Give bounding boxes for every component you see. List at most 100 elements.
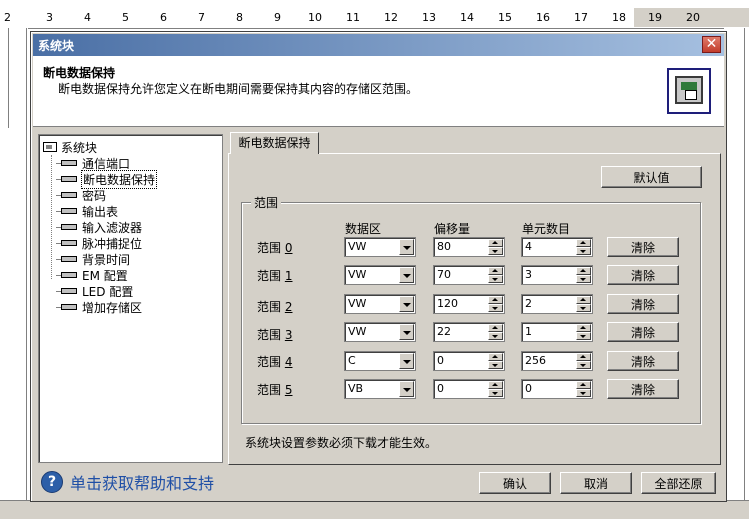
data-area-combo[interactable]: C [344,351,416,371]
count-spinner[interactable]: 2 [521,294,593,314]
tree-item-pulse-catch[interactable]: 脉冲捕捉位 [56,235,143,251]
ruler-label: 3 [46,11,53,24]
system-block-node-icon [43,142,57,152]
header-title: 断电数据保持 [43,66,116,80]
count-spinner[interactable]: 3 [521,265,593,285]
download-note: 系统块设置参数必须下载才能生效。 [245,436,438,450]
ruler-label: 16 [536,11,550,24]
spin-up-icon[interactable] [576,267,591,275]
spin-up-icon[interactable] [576,324,591,332]
tree-item-label: 密码 [82,188,107,203]
restore-all-button[interactable]: 全部还原 [641,472,716,494]
tree-root-label: 系统块 [61,140,98,155]
spin-up-icon[interactable] [488,381,503,389]
clear-button[interactable]: 清除 [607,294,679,314]
workspace-right [724,28,749,500]
range-row-label: 范围 4 [257,355,293,369]
chevron-down-icon[interactable] [399,381,414,397]
data-area-combo[interactable]: VW [344,237,416,257]
tree-item-led-config[interactable]: LED 配置 [56,283,134,299]
module-node-icon [56,272,77,278]
tree-item-em-config[interactable]: EM 配置 [56,267,129,283]
chevron-down-icon[interactable] [399,267,414,283]
offset-spinner[interactable]: 120 [433,294,505,314]
dialog-header: 断电数据保持 断电数据保持允许您定义在断电期间需要保持其内容的存储区范围。 [33,56,724,127]
spin-up-icon[interactable] [576,239,591,247]
spin-up-icon[interactable] [576,381,591,389]
spin-down-icon[interactable] [488,361,503,369]
spin-down-icon[interactable] [488,247,503,255]
offset-spinner[interactable]: 22 [433,322,505,342]
clear-button[interactable]: 清除 [607,265,679,285]
spin-down-icon[interactable] [488,389,503,397]
tab-retentive-ranges[interactable]: 断电数据保持 [230,132,319,154]
ruler-label: 11 [346,11,360,24]
tree-item-background-time[interactable]: 背景时间 [56,251,131,267]
clear-button[interactable]: 清除 [607,379,679,399]
tree-item-retentive-ranges[interactable]: 断电数据保持 [56,169,158,189]
tree-item-input-filters[interactable]: 输入滤波器 [56,219,143,235]
tree-item-label: LED 配置 [82,284,134,299]
clear-button[interactable]: 清除 [607,322,679,342]
chevron-down-icon[interactable] [399,324,414,340]
range-row-label: 范围 3 [257,328,293,342]
tree-item-output-table[interactable]: 输出表 [56,203,119,219]
ruler-label: 18 [612,11,626,24]
offset-spinner[interactable]: 80 [433,237,505,257]
chevron-down-icon[interactable] [399,239,414,255]
spin-down-icon[interactable] [488,304,503,312]
close-icon[interactable]: ✕ [702,36,721,53]
spin-down-icon[interactable] [576,361,591,369]
spin-down-icon[interactable] [576,275,591,283]
module-node-icon [56,240,77,246]
data-area-combo[interactable]: VW [344,265,416,285]
help-icon[interactable]: ? [41,471,63,493]
spin-down-icon[interactable] [488,332,503,340]
count-spinner[interactable]: 1 [521,322,593,342]
spin-up-icon[interactable] [488,296,503,304]
module-node-icon [56,304,77,310]
navigation-tree[interactable]: 系统块 通信端口 断电数据保持 密码 输出表 输入滤波器 脉冲捕捉位 背景时间 … [38,134,223,463]
tree-root[interactable]: 系统块 [43,139,97,155]
spin-down-icon[interactable] [576,247,591,255]
tree-item-password[interactable]: 密码 [56,187,107,203]
spin-up-icon[interactable] [488,353,503,361]
range-row-label: 范围 0 [257,241,293,255]
workspace-left [0,28,28,518]
ruler-label: 20 [686,11,700,24]
spin-up-icon[interactable] [488,239,503,247]
offset-spinner[interactable]: 0 [433,351,505,371]
count-spinner[interactable]: 4 [521,237,593,257]
chevron-down-icon[interactable] [399,353,414,369]
spin-up-icon[interactable] [576,296,591,304]
clear-button[interactable]: 清除 [607,237,679,257]
spin-down-icon[interactable] [576,304,591,312]
ruler-label: 6 [160,11,167,24]
spin-up-icon[interactable] [576,353,591,361]
cancel-button[interactable]: 取消 [560,472,632,494]
count-spinner[interactable]: 256 [521,351,593,371]
ok-button[interactable]: 确认 [479,472,551,494]
title-bar[interactable]: 系统块 ✕ [33,34,724,56]
bottom-tab-strip [0,500,749,519]
data-area-combo[interactable]: VW [344,294,416,314]
chevron-down-icon[interactable] [399,296,414,312]
header-description: 断电数据保持允许您定义在断电期间需要保持其内容的存储区范围。 [58,82,419,96]
data-area-combo[interactable]: VW [344,322,416,342]
data-area-combo[interactable]: VB [344,379,416,399]
count-spinner[interactable]: 0 [521,379,593,399]
offset-spinner[interactable]: 0 [433,379,505,399]
spin-down-icon[interactable] [576,389,591,397]
help-link[interactable]: ? 单击获取帮助和支持 [41,471,214,493]
spin-down-icon[interactable] [488,275,503,283]
spin-up-icon[interactable] [488,267,503,275]
default-values-button[interactable]: 默认值 [601,166,702,188]
clear-button[interactable]: 清除 [607,351,679,371]
tree-item-label: 输出表 [82,204,119,219]
ruler-label: 12 [384,11,398,24]
tree-item-extra-memory[interactable]: 增加存储区 [56,299,143,315]
help-link-text[interactable]: 单击获取帮助和支持 [70,470,214,494]
spin-up-icon[interactable] [488,324,503,332]
spin-down-icon[interactable] [576,332,591,340]
offset-spinner[interactable]: 70 [433,265,505,285]
